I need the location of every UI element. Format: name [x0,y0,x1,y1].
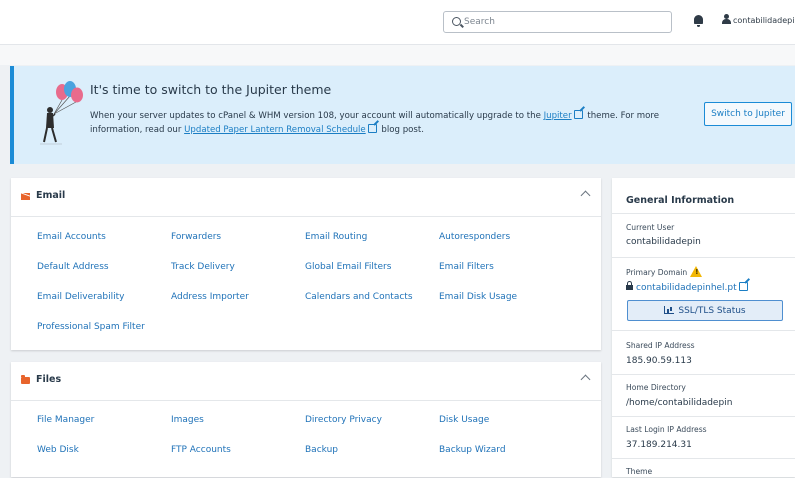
jupiter-notice-banner: It's time to switch to the Jupiter theme… [10,66,795,164]
lock-icon [626,281,633,290]
email-panel-header[interactable]: Email [11,178,601,217]
directory-privacy-link[interactable]: Directory Privacy [305,415,382,425]
bell-icon[interactable] [694,15,703,27]
user-icon [722,14,731,24]
primary-domain-link[interactable]: contabilidadepinhel.pt [636,283,737,293]
last-login-section: Last Login IP Address 37.189.214.31 [612,416,795,459]
warning-icon[interactable]: ! [690,266,703,277]
bar-chart-icon [664,305,675,314]
breadcrumb-bar [0,45,795,65]
folder-icon [21,375,30,384]
current-user-section: Current User contabilidadepin [612,213,795,258]
file-manager-link[interactable]: File Manager [37,415,94,425]
envelope-icon [21,193,30,200]
global-email-filters-link[interactable]: Global Email Filters [305,262,391,272]
banner-text-1: When your server updates to cPanel & WHM… [90,111,544,121]
email-panel: Email Email Accounts Forwarders Email Ro… [11,178,601,350]
files-panel: Files File Manager Images Directory Priv… [11,362,601,477]
default-address-link[interactable]: Default Address [37,262,109,272]
shared-ip-label: Shared IP Address [626,341,695,350]
backup-link[interactable]: Backup [305,445,338,455]
external-link-icon [738,282,748,291]
banner-text-3: blog post. [378,125,424,135]
email-panel-title: Email [36,190,66,201]
switch-to-jupiter-button[interactable]: Switch to Jupiter [704,102,792,126]
ssl-tls-status-label: SSL/TLS Status [678,305,746,316]
email-deliverability-link[interactable]: Email Deliverability [37,292,124,302]
backup-wizard-link[interactable]: Backup Wizard [439,445,506,455]
current-user-label: Current User [626,223,675,232]
home-directory-label: Home Directory [626,383,686,392]
external-link-icon [367,124,377,133]
last-login-label: Last Login IP Address [626,425,707,434]
external-link-icon [573,110,583,119]
top-bar: contabilidadepin [0,0,795,45]
email-disk-usage-link[interactable]: Email Disk Usage [439,292,517,302]
current-user-value: contabilidadepin [626,237,701,247]
shared-ip-value: 185.90.59.113 [626,356,692,366]
address-importer-link[interactable]: Address Importer [171,292,249,302]
user-name: contabilidadepin [733,16,795,25]
autoresponders-link[interactable]: Autoresponders [439,232,510,242]
theme-section: Theme [612,458,795,478]
jupiter-link[interactable]: Jupiter [544,111,572,121]
files-panel-title: Files [36,374,62,385]
disk-usage-link[interactable]: Disk Usage [439,415,489,425]
search-input[interactable] [464,14,664,30]
files-panel-header[interactable]: Files [11,362,601,401]
theme-label: Theme [626,467,653,476]
images-link[interactable]: Images [171,415,204,425]
web-disk-link[interactable]: Web Disk [37,445,79,455]
general-information-panel: General Information Current User contabi… [612,178,795,477]
primary-domain-label: Primary Domain! [626,266,703,277]
home-directory-section: Home Directory /home/contabilidadepin [612,374,795,417]
forwarders-link[interactable]: Forwarders [171,232,221,242]
ssl-tls-status-button[interactable]: SSL/TLS Status [627,300,783,321]
email-accounts-link[interactable]: Email Accounts [37,232,106,242]
shared-ip-section: Shared IP Address 185.90.59.113 [612,330,795,375]
balloon-person-illustration [40,81,83,145]
user-menu[interactable]: contabilidadepin [722,14,795,25]
track-delivery-link[interactable]: Track Delivery [171,262,235,272]
home-directory-value: /home/contabilidadepin [626,398,733,408]
professional-spam-filter-link[interactable]: Professional Spam Filter [37,322,145,332]
banner-title: It's time to switch to the Jupiter theme [90,82,332,97]
email-filters-link[interactable]: Email Filters [439,262,494,272]
last-login-value: 37.189.214.31 [626,440,692,450]
search-icon [452,17,461,26]
chevron-up-icon[interactable] [580,190,591,201]
primary-domain-value[interactable]: contabilidadepinhel.pt [626,281,750,293]
chevron-up-icon[interactable] [580,374,591,385]
search-box[interactable] [443,11,672,33]
removal-schedule-link[interactable]: Updated Paper Lantern Removal Schedule [184,125,366,135]
banner-text: When your server updates to cPanel & WHM… [90,109,690,137]
general-information-title: General Information [626,195,735,206]
ftp-accounts-link[interactable]: FTP Accounts [171,445,231,455]
primary-domain-label-text: Primary Domain [626,268,688,277]
email-routing-link[interactable]: Email Routing [305,232,367,242]
calendars-and-contacts-link[interactable]: Calendars and Contacts [305,292,413,302]
